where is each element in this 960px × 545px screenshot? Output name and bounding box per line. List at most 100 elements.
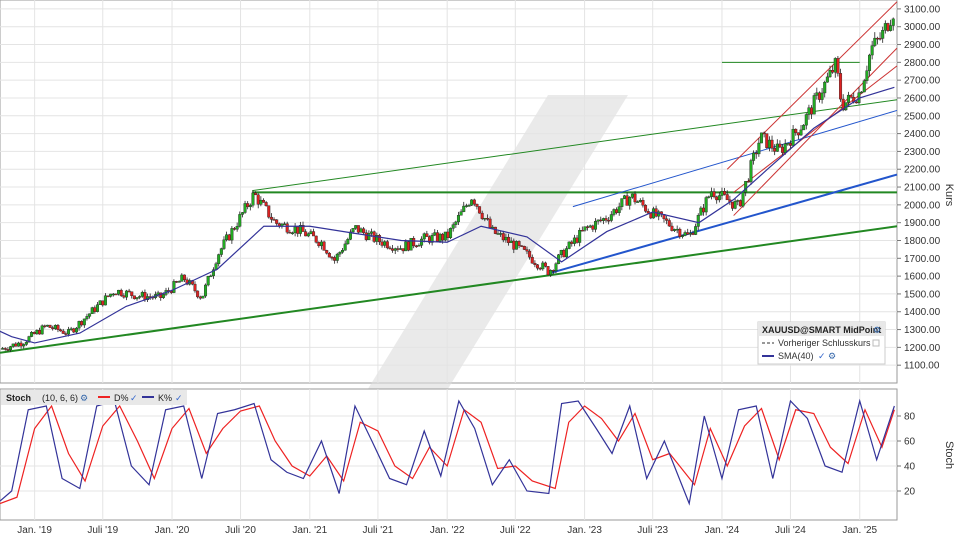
price-y-tick-label: 1500.00 xyxy=(904,289,941,300)
candle-body xyxy=(177,281,181,283)
candle-body xyxy=(193,283,197,292)
candle-body xyxy=(182,274,186,281)
candle-body xyxy=(138,296,142,298)
candle-body xyxy=(512,240,516,250)
candle-body xyxy=(599,219,603,222)
candle-body xyxy=(536,264,540,269)
candle-body xyxy=(522,246,526,250)
candle-body xyxy=(95,304,99,312)
x-tick-label: Jan. '23 xyxy=(567,525,602,536)
candle-body xyxy=(443,231,447,241)
candle-body xyxy=(285,223,289,233)
price-y-tick-label: 2300.00 xyxy=(904,147,941,158)
legend-k: K% xyxy=(158,393,172,403)
candle-body xyxy=(501,233,505,241)
candle-body xyxy=(85,316,89,320)
candle-body xyxy=(22,344,26,347)
candle-body xyxy=(541,262,545,270)
chart-canvas: 1100.00 1200.00 1300.00 1400.00 1500.00 1600.… xyxy=(0,0,955,536)
candle-body xyxy=(702,207,706,213)
candle-body xyxy=(346,239,350,245)
candle-body xyxy=(238,214,242,227)
candle-body xyxy=(246,203,250,208)
candle-body xyxy=(48,324,52,328)
candle-body xyxy=(341,250,345,253)
candle-body xyxy=(765,133,769,149)
legend-sma: SMA(40) xyxy=(778,351,814,361)
candle-body xyxy=(825,76,829,83)
candle-body xyxy=(596,219,600,222)
candle-body xyxy=(752,152,756,161)
candle-body xyxy=(720,191,724,196)
candle-body xyxy=(261,199,265,203)
k-check-icon[interactable]: ✓ xyxy=(175,393,183,403)
price-y-tick-label: 2000.00 xyxy=(904,200,941,211)
candle-body xyxy=(135,297,139,300)
x-tick-label: Juli '19 xyxy=(87,525,118,536)
candle-body xyxy=(496,233,500,235)
sma-gear-icon[interactable]: ⚙ xyxy=(828,351,836,361)
d-check-icon[interactable]: ✓ xyxy=(130,393,138,403)
candle-body xyxy=(393,248,397,251)
candle-body xyxy=(90,307,94,314)
candle-body xyxy=(788,143,792,146)
candle-body xyxy=(264,202,268,206)
candle-body xyxy=(64,333,68,335)
candle-body xyxy=(364,232,368,240)
candle-body xyxy=(109,293,113,297)
price-y-tick-label: 2900.00 xyxy=(904,40,941,51)
price-y-tick-label: 2600.00 xyxy=(904,93,941,104)
sma-check-icon[interactable]: ✓ xyxy=(818,351,826,361)
candle-body xyxy=(317,242,321,247)
candle-body xyxy=(196,290,200,298)
stoch-y-axis: 80 60 40 20 xyxy=(897,412,916,498)
candle-body xyxy=(770,139,774,149)
candle-body xyxy=(725,194,729,201)
stoch-y-tick-label: 20 xyxy=(904,487,916,498)
candle-body xyxy=(514,241,518,250)
candle-body xyxy=(775,143,779,152)
candle-body xyxy=(267,205,271,218)
candle-body xyxy=(467,205,471,207)
candle-body xyxy=(546,266,550,276)
candle-body xyxy=(446,231,450,238)
candle-body xyxy=(367,233,371,240)
legend-gear-icon[interactable]: ⚙ xyxy=(873,325,881,335)
candle-body xyxy=(30,332,34,337)
prev-close-checkbox[interactable] xyxy=(872,339,880,347)
candle-body xyxy=(319,241,323,247)
candle-body xyxy=(815,92,819,96)
x-tick-label: Jan. '20 xyxy=(155,525,190,536)
price-y-tick-label: 1300.00 xyxy=(904,325,941,336)
legend-title: XAUUSD@SMART MidPoint xyxy=(762,325,881,335)
candle-body xyxy=(601,218,605,221)
candle-body xyxy=(325,250,329,254)
x-tick-label: Jan. '19 xyxy=(17,525,52,536)
price-y-tick-label: 2800.00 xyxy=(904,58,941,69)
candle-body xyxy=(404,241,408,252)
candle-body xyxy=(304,231,308,237)
candle-body xyxy=(119,289,123,296)
candle-body xyxy=(804,114,808,126)
candle-body xyxy=(45,324,49,327)
candle-body xyxy=(665,218,669,221)
candle-body xyxy=(591,225,595,230)
candle-body xyxy=(709,191,713,197)
candle-body xyxy=(883,23,887,31)
chart-root: 1100.00 1200.00 1300.00 1400.00 1500.00 1600.… xyxy=(0,0,960,540)
candle-body xyxy=(612,209,616,215)
candle-body xyxy=(749,160,753,182)
stoch-legend: Stoch (10, 6, 6) ⚙ D% ✓ K% ✓ xyxy=(1,390,187,405)
candle-body xyxy=(435,232,439,242)
candle-body xyxy=(562,249,566,258)
candle-body xyxy=(802,124,806,131)
candle-body xyxy=(717,195,721,201)
candle-body xyxy=(198,296,202,299)
candle-body xyxy=(507,236,511,243)
price-y-tick-label: 1600.00 xyxy=(904,272,941,283)
candle-body xyxy=(412,238,416,247)
candle-body xyxy=(680,235,684,237)
candle-body xyxy=(53,324,57,329)
candle-body xyxy=(61,330,65,334)
stoch-gear-icon[interactable]: ⚙ xyxy=(80,393,88,403)
